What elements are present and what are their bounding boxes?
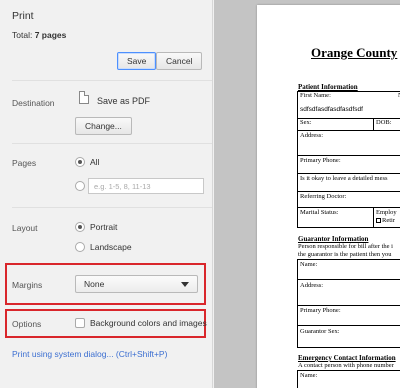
sex-label: Sex: <box>300 119 312 126</box>
pages-range-input[interactable] <box>88 178 204 194</box>
primary-phone-label: Primary Phone: <box>300 157 341 164</box>
emergency-heading: Emergency Contact Information <box>298 354 396 362</box>
separator <box>12 143 212 144</box>
guarantor-text-2: the guarantor is the patient then you <box>298 251 392 258</box>
guarantor-heading: Guarantor Information <box>298 235 369 243</box>
marital-label: Marital Status: <box>300 209 339 216</box>
leave-message-label: Is it okay to leave a detailed mess <box>300 175 388 182</box>
employ-label: Employ <box>376 209 397 216</box>
separator <box>12 80 212 81</box>
margins-value: None <box>84 279 105 289</box>
chevron-down-icon <box>181 282 189 287</box>
referring-label: Referring Doctor: <box>300 193 347 200</box>
first-name-value: sdfsdfasdfasdfasdfsdf <box>300 106 363 113</box>
options-label: Options <box>12 319 42 329</box>
emergency-text: A contact person with phone number <box>298 362 394 369</box>
total-pages: Total: 7 pages <box>12 30 66 40</box>
change-destination-button[interactable]: Change... <box>75 117 132 135</box>
col-line <box>373 207 374 228</box>
row-line <box>297 305 400 306</box>
g-phone-label: Primary Phone: <box>300 307 341 314</box>
save-button[interactable]: Save <box>117 52 157 70</box>
e-name-label: Name: <box>300 372 318 379</box>
pages-all-label: All <box>90 157 100 167</box>
destination-label: Destination <box>12 98 55 108</box>
document-icon <box>79 91 89 104</box>
layout-portrait-label: Portrait <box>90 222 118 232</box>
layout-portrait-radio[interactable] <box>75 222 85 232</box>
g-name-label: Name: <box>300 261 318 268</box>
patient-heading: Patient Information <box>298 83 358 91</box>
retire-label: Retir <box>382 217 395 224</box>
preview-page: Orange County Patient Information First … <box>257 5 400 388</box>
first-name-label: First Name: <box>300 92 331 99</box>
row-line <box>297 173 400 174</box>
layout-landscape-label: Landscape <box>90 242 132 252</box>
row-line <box>297 191 400 192</box>
g-sex-label: Guarantor Sex: <box>300 328 340 335</box>
dob-label: DOB: <box>376 119 392 126</box>
row-line <box>297 325 400 326</box>
row-line <box>297 279 400 280</box>
print-title: Print <box>12 10 34 22</box>
pages-label: Pages <box>12 158 37 168</box>
preview-title: Orange County <box>311 45 398 60</box>
pages-range-radio[interactable] <box>75 181 85 191</box>
system-dialog-link[interactable]: Print using system dialog... (Ctrl+Shift… <box>12 349 167 359</box>
layout-landscape-radio[interactable] <box>75 242 85 252</box>
g-address-label: Address: <box>300 282 324 289</box>
margins-label: Margins <box>12 280 43 290</box>
cancel-button[interactable]: Cancel <box>156 52 203 70</box>
guarantor-text-1: Person responsible for bill after the i <box>298 243 393 250</box>
row-line <box>297 155 400 156</box>
layout-label: Layout <box>12 223 38 233</box>
margins-select[interactable]: None <box>75 275 198 293</box>
print-preview[interactable]: Orange County Patient Information First … <box>214 0 400 388</box>
pages-all-radio[interactable] <box>75 157 85 167</box>
row-line <box>297 207 400 208</box>
total-label: Total: <box>12 30 33 40</box>
col-line <box>373 118 374 130</box>
background-graphics-checkbox[interactable] <box>75 318 85 328</box>
retire-checkbox <box>376 218 381 223</box>
print-settings-panel: Print Total: 7 pages Save Cancel Destina… <box>0 0 213 388</box>
row-line <box>297 130 400 131</box>
background-graphics-label: Background colors and images <box>90 318 207 328</box>
total-value: 7 pages <box>34 30 67 40</box>
address-label: Address: <box>300 132 324 139</box>
separator <box>12 207 212 208</box>
destination-value: Save as PDF <box>97 96 151 106</box>
